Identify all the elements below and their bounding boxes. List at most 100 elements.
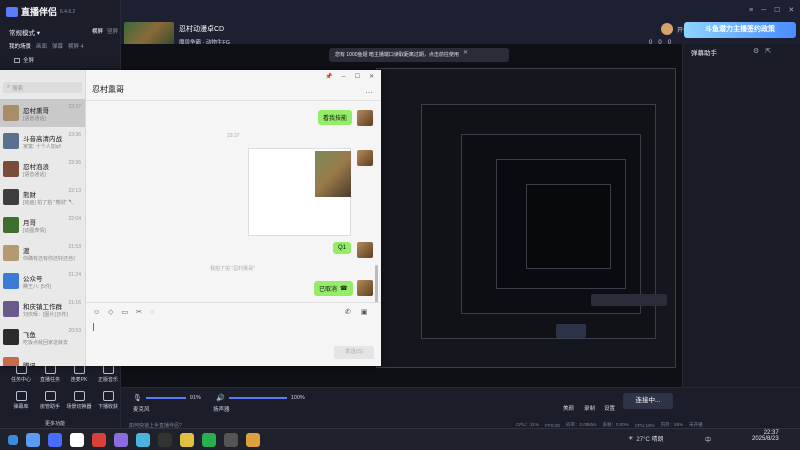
emoji-icon[interactable]: ☺ <box>93 309 100 316</box>
contact-last-message: 你确有还有你还好还自己 <box>23 255 75 262</box>
weather-text[interactable]: 27°C 晴朗 <box>636 434 663 443</box>
tab-danmaku[interactable]: 弹幕 <box>52 42 63 50</box>
avatar[interactable] <box>661 23 673 35</box>
voice-call-icon[interactable]: ✆ <box>345 308 351 316</box>
menu-icon[interactable]: ≡ <box>749 7 753 14</box>
tab-landscape[interactable]: 横屏 <box>92 27 103 35</box>
tool-danmaku-lib[interactable]: 弹幕库 <box>7 391 35 410</box>
settings-button[interactable]: 设置 <box>604 404 615 412</box>
mode-dropdown[interactable]: 常规模式 ▾ <box>9 27 40 37</box>
windows-start-icon[interactable] <box>8 435 18 445</box>
chat-search-input[interactable]: 搜索 <box>12 84 23 92</box>
minimize-icon[interactable]: ─ <box>761 7 766 14</box>
mic-label: 麦克风 <box>133 407 150 413</box>
clock-date[interactable]: 2025/8/23 <box>752 436 779 442</box>
tool-label: 直播任务 <box>39 377 60 383</box>
pin-icon[interactable]: 📌 <box>325 73 332 80</box>
tool-label: 弹幕库 <box>13 404 29 410</box>
message-bubble[interactable]: Q1 <box>333 242 352 254</box>
record-button[interactable]: 录制 <box>584 404 595 412</box>
chat-contact[interactable]: 熊财[动画] 拍了拍 "熊财" 🔪🔪🔪 22:13 <box>0 183 85 211</box>
tool-live-task[interactable]: 直播任务 <box>36 364 64 383</box>
wechat-icon[interactable] <box>202 433 216 447</box>
screenshot-message[interactable] <box>248 148 351 236</box>
notice-close-icon[interactable]: ✕ <box>463 49 468 56</box>
avatar[interactable] <box>357 150 373 166</box>
tool-pk[interactable]: 连麦PK <box>65 364 93 383</box>
contact-name: 飞鱼 <box>23 331 36 339</box>
wps-icon[interactable] <box>92 433 106 447</box>
window-controls: ≡ ─ ☐ ✕ <box>749 6 794 15</box>
tool-task-center[interactable]: 任务中心 <box>7 364 35 383</box>
scissors-icon[interactable]: ✂ <box>136 308 142 316</box>
contact-avatar <box>3 105 19 121</box>
chat-contact[interactable]: 公众号 腾王八: [5件] 21:24 <box>0 267 85 295</box>
popout-icon[interactable]: ⇱ <box>765 47 771 55</box>
minimize-icon[interactable]: ─ <box>341 74 345 80</box>
call-bubble[interactable]: 已取消 ☎ <box>314 281 353 296</box>
chat-contact[interactable]: 和庆镇工作群 刘庆辉：[图片] [5件] 21:16 <box>0 295 85 323</box>
nested-toolbar <box>591 294 667 306</box>
contact-avatar <box>3 189 19 205</box>
speaker-icon[interactable]: 🔊 <box>216 394 225 402</box>
danmaku-panel: 弹幕助手 ⚙ ⇱ <box>682 44 800 387</box>
chat-contact[interactable]: 月哥 [动图表情] 22:04 <box>0 211 85 239</box>
promo-banner[interactable]: 斗鱼潜力主播签约政策 <box>684 22 796 38</box>
chat-contact[interactable]: 腾讯 <box>0 351 85 366</box>
tool-harvest[interactable]: 下播收获 <box>94 391 122 410</box>
contact-time: 21:53 <box>68 244 81 250</box>
video-call-icon[interactable]: ▣ <box>361 308 368 316</box>
contact-time: 22:04 <box>68 216 81 222</box>
tool-music[interactable]: 正版音乐 <box>94 364 122 383</box>
app-icon[interactable] <box>26 433 40 447</box>
tab-my-scenes[interactable]: 我的场景 <box>9 42 31 50</box>
chat-scrollbar[interactable] <box>375 265 378 303</box>
ime-indicator[interactable]: 中 <box>705 435 711 444</box>
folder-icon[interactable]: ▭ <box>122 308 129 316</box>
scene-item-fullscreen[interactable]: 全屏 <box>14 56 34 64</box>
beauty-button[interactable]: 美颜 <box>563 404 574 412</box>
tool-room-admin[interactable]: 房管助手 <box>36 391 64 410</box>
more-icon[interactable]: … <box>365 86 373 95</box>
avatar[interactable] <box>357 110 373 126</box>
folder-icon[interactable] <box>246 433 260 447</box>
tool-scene-switcher[interactable]: 场景切换器 <box>65 391 93 410</box>
maximize-icon[interactable]: ☐ <box>355 73 360 80</box>
room-title[interactable]: 忍村动漫卓CD <box>179 24 224 34</box>
more-features[interactable]: 更多功能 <box>45 420 65 427</box>
chrome-icon[interactable] <box>70 433 84 447</box>
app-icon[interactable] <box>158 433 172 447</box>
ai-icon[interactable] <box>136 433 150 447</box>
chat-contact[interactable]: 忍村熏哥 [语音通话] 23:37 <box>0 99 85 127</box>
favorites-icon[interactable]: ◇ <box>108 308 113 316</box>
speaker-slider[interactable] <box>228 397 287 399</box>
app-icon[interactable] <box>224 433 238 447</box>
tab-portrait[interactable]: 竖屏 <box>107 27 118 35</box>
avatar[interactable] <box>357 242 373 258</box>
tab-landscape-count[interactable]: 横屏 4 <box>68 42 84 50</box>
settings-icon[interactable]: ⚙ <box>753 47 759 55</box>
status-fps: FPS:30 <box>545 422 561 428</box>
contact-last-message: 吃饭点就回家这就去 <box>23 339 69 346</box>
chat-contact[interactable]: 渡你确有还有你还好还自己 21:53 <box>0 239 85 267</box>
tab-picture[interactable]: 画面 <box>36 42 47 50</box>
send-button[interactable]: 发送(S) <box>334 346 374 359</box>
mic-slider[interactable] <box>145 397 186 399</box>
notice-bar[interactable]: 您有 1000鱼翅 暗主播端口读取距离过期，点击前往使用 <box>329 48 509 62</box>
start-live-button[interactable]: 连接中... <box>623 393 673 409</box>
chat-contact[interactable]: 飞鱼 吃饭点就回家这就去 20:53 <box>0 323 85 351</box>
chat-history-icon[interactable]: ◌ <box>150 309 154 316</box>
chat-contact[interactable]: 忍村泡浪 [语音通话] 22:36 <box>0 155 85 183</box>
mic-icon[interactable]: 🎙 <box>133 394 142 402</box>
close-icon[interactable]: ✕ <box>788 6 794 14</box>
avatar[interactable] <box>357 280 373 296</box>
chat-contact[interactable]: 斗音高清内战 家富: 十个人加q!! 23:36 <box>0 127 85 155</box>
maximize-icon[interactable]: ☐ <box>774 6 780 14</box>
close-icon[interactable]: ✕ <box>369 73 374 80</box>
douyu-icon[interactable] <box>180 433 194 447</box>
chat-input[interactable] <box>93 323 94 331</box>
contact-time: 23:37 <box>68 104 81 110</box>
message-bubble[interactable]: 看我技能 <box>318 110 353 125</box>
app-icon[interactable] <box>114 433 128 447</box>
app-icon[interactable] <box>48 433 62 447</box>
